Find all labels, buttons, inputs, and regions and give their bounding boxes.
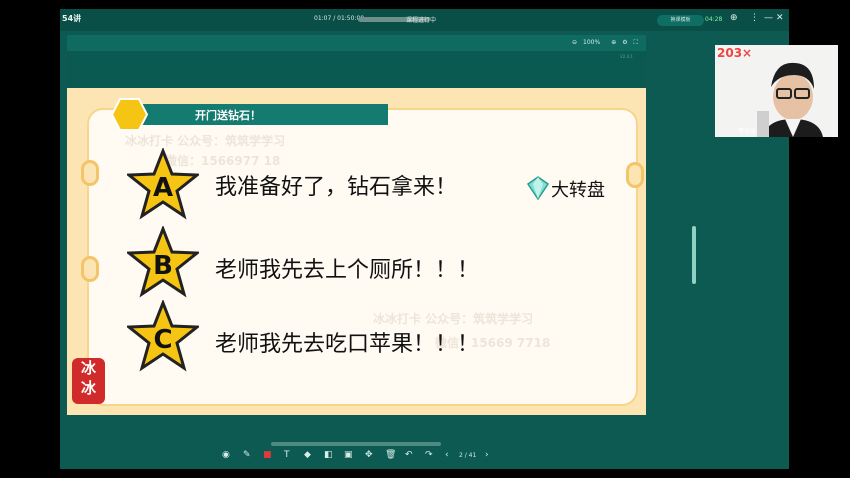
minimize-icon[interactable]: — xyxy=(764,13,773,23)
star-icon: A xyxy=(127,148,199,220)
window-title: 54讲 xyxy=(62,14,82,23)
option-text: 老师我先去吃口苹果！！！ xyxy=(215,332,480,357)
close-icon[interactable]: ✕ xyxy=(776,13,784,23)
clock-readout: 04:28 xyxy=(705,16,723,23)
pointer-icon[interactable]: ◉ xyxy=(222,450,230,460)
option-letter: C xyxy=(153,325,172,355)
heading-bar: 开门送钻石！ xyxy=(135,104,388,125)
lesson-time: 01:07 / 01:50:00 xyxy=(314,15,365,22)
slide-heading: 开门送钻石！ xyxy=(195,109,261,122)
pen-icon[interactable]: ✎ xyxy=(243,450,251,460)
move-icon[interactable]: ✥ xyxy=(365,450,373,460)
horizontal-scrollbar[interactable] xyxy=(271,442,441,446)
trash-icon[interactable]: 🗑 xyxy=(385,450,396,460)
watermark: 冰冰打卡 公众号：筑筑学学习 xyxy=(125,134,286,148)
text-icon[interactable]: T xyxy=(284,450,290,460)
option-c[interactable]: C 老师我先去吃口苹果！！！ xyxy=(127,300,627,372)
teacher-name: 李冰冰 xyxy=(738,128,757,135)
option-text: 老师我先去上个厕所！！！ xyxy=(215,258,480,283)
hexagon-icon xyxy=(111,98,148,131)
fullscreen-icon[interactable]: ⛶ xyxy=(634,39,638,46)
shape-icon[interactable]: ◆ xyxy=(304,450,311,460)
app-window: 54讲 01:07 / 01:50:00 课程进行中 换课模板 04:28 ⊕ … xyxy=(60,9,838,469)
diamond-label: 大转盘 xyxy=(551,180,605,201)
zoom-in-icon[interactable]: ⊕ xyxy=(611,39,616,46)
diamond-icon xyxy=(527,176,549,200)
version-label: V2.4.1 xyxy=(620,54,633,59)
diamond-count: 203× xyxy=(717,46,753,60)
more-icon[interactable]: ⋮ xyxy=(750,13,759,23)
redo-icon[interactable]: ↷ xyxy=(425,450,433,460)
binder-ring xyxy=(81,256,99,282)
seal-stamp: 冰 冰 xyxy=(72,358,105,404)
teacher-video: 203× 李冰冰 xyxy=(715,45,838,137)
stage-toolbar: ⊖ 100% ⊕ ⚙ ⛶ xyxy=(67,35,646,51)
zoom-out-icon[interactable]: ⊖ xyxy=(572,39,577,46)
binder-ring xyxy=(626,162,644,188)
option-letter: B xyxy=(153,251,173,281)
prev-page-icon[interactable]: ‹ xyxy=(445,450,449,460)
courseware-stage: ⊖ 100% ⊕ ⚙ ⛶ V2.4.1 开门送钻石！ 冰冰打卡 公众号：筑筑学学习 微信… xyxy=(67,35,646,415)
top-bar: 54讲 01:07 / 01:50:00 课程进行中 换课模板 04:28 ⊕ … xyxy=(60,9,789,31)
zoom-level: 100% xyxy=(583,39,601,46)
eraser-icon[interactable]: ◧ xyxy=(324,450,333,460)
color-icon[interactable]: ■ xyxy=(263,450,272,460)
star-icon: C xyxy=(127,300,199,372)
slide: 开门送钻石！ 冰冰打卡 公众号：筑筑学学习 微信：1566977 18 冰冰打卡… xyxy=(67,88,646,415)
template-switch-button[interactable]: 换课模板 xyxy=(657,15,704,26)
option-b[interactable]: B 老师我先去上个厕所！！！ xyxy=(127,226,627,298)
next-page-icon[interactable]: › xyxy=(485,450,489,460)
vertical-scrollbar[interactable] xyxy=(692,226,696,284)
seal-text: 冰 冰 xyxy=(80,359,96,397)
option-text: 我准备好了，钻石拿来！ xyxy=(215,175,458,200)
binder-ring xyxy=(81,160,99,186)
image-icon[interactable]: ▣ xyxy=(344,450,353,460)
zoom-icon[interactable]: ⊕ xyxy=(730,13,738,23)
lesson-status: 课程进行中 xyxy=(406,17,437,24)
settings-icon[interactable]: ⚙ xyxy=(622,39,627,46)
undo-icon[interactable]: ↶ xyxy=(405,450,413,460)
star-icon: B xyxy=(127,226,199,298)
page-indicator: 2 / 41 xyxy=(459,452,477,459)
option-letter: A xyxy=(153,173,173,203)
